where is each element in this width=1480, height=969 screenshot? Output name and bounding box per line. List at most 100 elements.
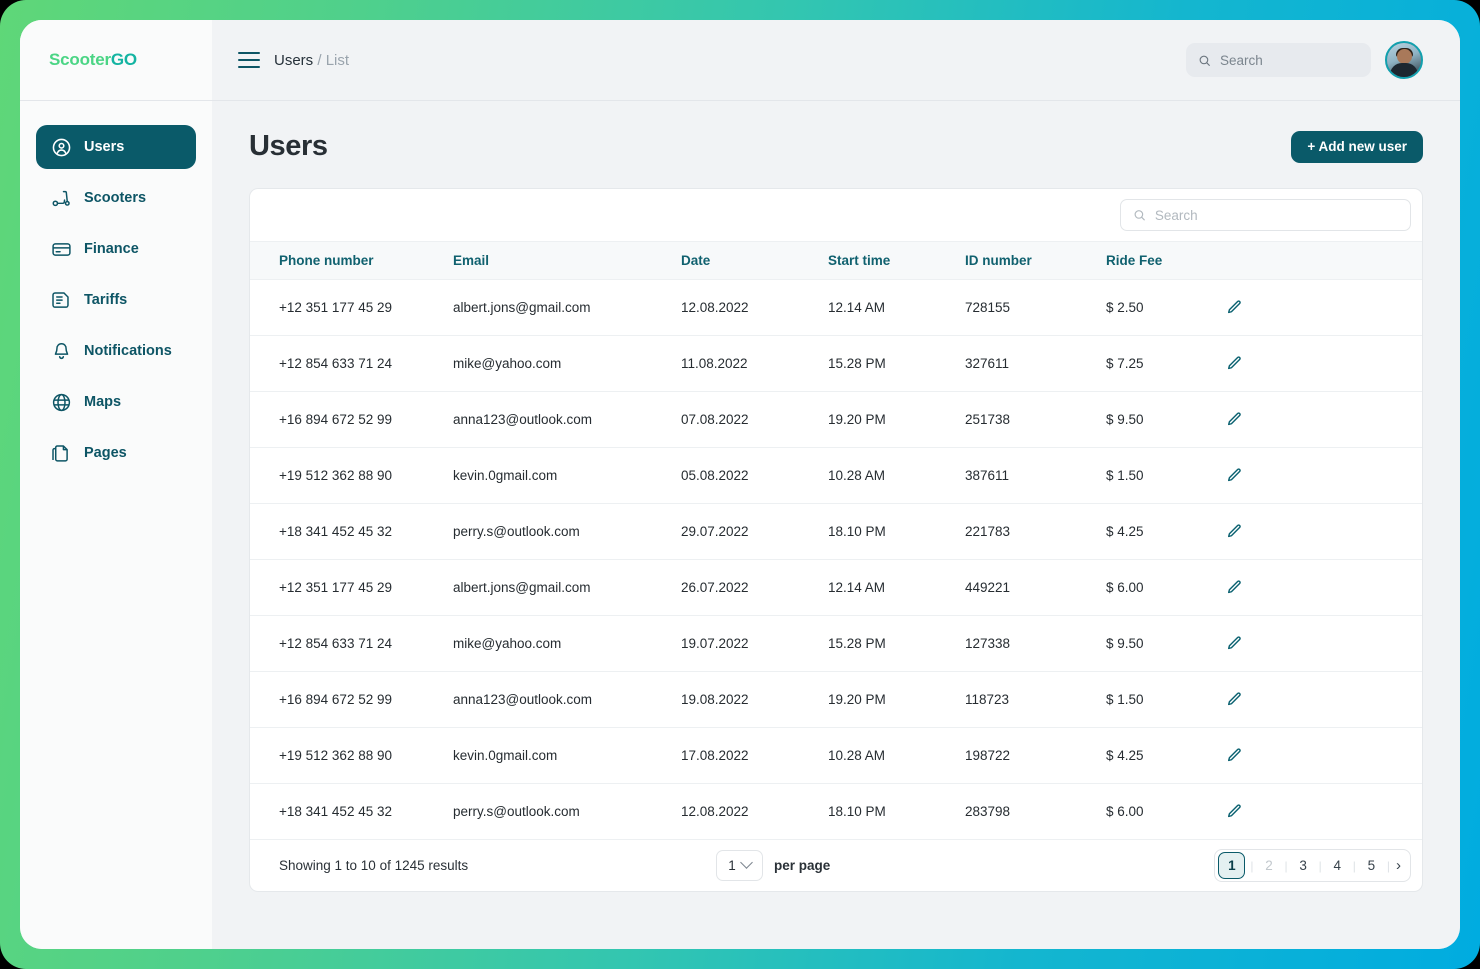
cell-actions	[1226, 279, 1422, 336]
edit-row-button[interactable]	[1226, 747, 1243, 764]
cell-phone: +19 512 362 88 90	[250, 727, 453, 784]
column-header-email[interactable]: Email	[453, 241, 681, 280]
app-window: ScooterGO Users / List Search Users Scoo…	[20, 20, 1460, 949]
edit-row-button[interactable]	[1226, 355, 1243, 372]
sidebar: Users Scooters Finance Tariffs Notificat…	[20, 101, 212, 949]
cell-id-number: 283798	[965, 783, 1106, 840]
breadcrumb-parent[interactable]: List	[326, 52, 349, 69]
cell-actions	[1226, 671, 1422, 728]
cell-start-time: 12.14 AM	[828, 279, 965, 336]
edit-row-button[interactable]	[1226, 635, 1243, 652]
bell-icon	[50, 340, 72, 362]
logo-text-secondary: GO	[110, 50, 137, 69]
column-header-start-time[interactable]: Start time	[828, 241, 965, 280]
table-row[interactable]: +12 854 633 71 24 mike@yahoo.com 19.07.202…	[250, 615, 1422, 672]
sidebar-item-label: Scooters	[84, 190, 147, 206]
sidebar-item-users[interactable]: Users	[36, 125, 196, 169]
edit-row-button[interactable]	[1226, 299, 1243, 316]
cell-id-number: 449221	[965, 559, 1106, 616]
cell-id-number: 327611	[965, 335, 1106, 392]
table-row[interactable]: +16 894 672 52 99 anna123@outlook.com 07.0…	[250, 391, 1422, 448]
cell-ride-fee: $ 6.00	[1106, 559, 1226, 616]
edit-row-button[interactable]	[1226, 579, 1243, 596]
sidebar-item-maps[interactable]: Maps	[36, 380, 196, 424]
column-header-id-number[interactable]: ID number	[965, 241, 1106, 280]
pagination: 1 | 2 | 3 | 4 | 5 | ›	[1214, 849, 1411, 882]
per-page-select[interactable]: 1	[716, 850, 763, 881]
pagination-next-icon[interactable]: ›	[1392, 857, 1401, 874]
scooter-icon	[50, 187, 72, 209]
sidebar-item-finance[interactable]: Finance	[36, 227, 196, 271]
sidebar-item-pages[interactable]: Pages	[36, 431, 196, 475]
cell-phone: +18 341 452 45 32	[250, 503, 453, 560]
cell-ride-fee: $ 7.25	[1106, 335, 1226, 392]
cell-email: anna123@outlook.com	[453, 391, 681, 448]
logo-text-primary: Scooter	[49, 50, 111, 69]
table-row[interactable]: +12 351 177 45 29 albert.jons@gmail.com 12…	[250, 279, 1422, 336]
hamburger-menu-icon[interactable]	[238, 52, 260, 68]
breadcrumb: Users / List	[274, 52, 349, 69]
table-row[interactable]: +12 854 633 71 24 mike@yahoo.com 11.08.202…	[250, 335, 1422, 392]
pagination-page-4[interactable]: 4	[1324, 852, 1351, 879]
cell-ride-fee: $ 4.25	[1106, 727, 1226, 784]
table-row[interactable]: +18 341 452 45 32 perry.s@outlook.com 29.0…	[250, 503, 1422, 560]
pagination-page-5[interactable]: 5	[1358, 852, 1385, 879]
cell-phone: +12 351 177 45 29	[250, 559, 453, 616]
column-header-ride-fee[interactable]: Ride Fee	[1106, 241, 1226, 280]
column-header-phone[interactable]: Phone number	[250, 241, 453, 280]
cell-email: anna123@outlook.com	[453, 671, 681, 728]
app-logo[interactable]: ScooterGO	[49, 50, 137, 70]
global-search-box[interactable]	[1186, 43, 1371, 77]
pagination-page-1[interactable]: 1	[1218, 852, 1246, 879]
pagination-separator: |	[1352, 858, 1356, 873]
sidebar-item-label: Pages	[84, 445, 127, 461]
cell-actions	[1226, 335, 1422, 392]
pagination-separator: |	[1284, 858, 1288, 873]
sidebar-item-label: Maps	[84, 394, 122, 410]
cell-start-time: 10.28 AM	[828, 727, 965, 784]
user-avatar[interactable]	[1385, 41, 1423, 79]
cell-id-number: 118723	[965, 671, 1106, 728]
breadcrumb-current[interactable]: Users	[274, 52, 313, 69]
global-search-input[interactable]	[1219, 52, 1359, 68]
edit-row-button[interactable]	[1226, 523, 1243, 540]
cell-date: 17.08.2022	[681, 727, 828, 784]
cell-email: perry.s@outlook.com	[453, 503, 681, 560]
column-header-date[interactable]: Date	[681, 241, 828, 280]
table-row[interactable]: +12 351 177 45 29 albert.jons@gmail.com 26…	[250, 559, 1422, 616]
cell-phone: +18 341 452 45 32	[250, 783, 453, 840]
pencil-icon	[1226, 299, 1243, 316]
sidebar-item-label: Tariffs	[84, 292, 128, 308]
cell-actions	[1226, 391, 1422, 448]
cell-date: 12.08.2022	[681, 279, 828, 336]
add-new-user-button[interactable]: + Add new user	[1291, 130, 1423, 163]
pagination-separator: |	[1318, 858, 1322, 873]
table-row[interactable]: +18 341 452 45 32 perry.s@outlook.com 12.0…	[250, 783, 1422, 840]
sidebar-item-tariffs[interactable]: Tariffs	[36, 278, 196, 322]
cell-ride-fee: $ 9.50	[1106, 391, 1226, 448]
search-icon	[1199, 55, 1210, 66]
table-search-box[interactable]	[1120, 199, 1411, 231]
table-row[interactable]: +19 512 362 88 90 kevin.0gmail.com 17.08.2…	[250, 727, 1422, 784]
edit-row-button[interactable]	[1226, 691, 1243, 708]
cell-email: kevin.0gmail.com	[453, 727, 681, 784]
sidebar-item-scooters[interactable]: Scooters	[36, 176, 196, 220]
credit-card-icon	[50, 238, 72, 260]
table-search-input[interactable]	[1154, 207, 1398, 223]
user-circle-icon	[50, 136, 72, 158]
cell-start-time: 18.10 PM	[828, 783, 965, 840]
pencil-icon	[1226, 579, 1243, 596]
edit-row-button[interactable]	[1226, 411, 1243, 428]
edit-row-button[interactable]	[1226, 803, 1243, 820]
table-row[interactable]: +16 894 672 52 99 anna123@outlook.com 19.0…	[250, 671, 1422, 728]
edit-row-button[interactable]	[1226, 467, 1243, 484]
sidebar-item-notifications[interactable]: Notifications	[36, 329, 196, 373]
cell-start-time: 10.28 AM	[828, 447, 965, 504]
pagination-page-3[interactable]: 3	[1290, 852, 1317, 879]
table-row[interactable]: +19 512 362 88 90 kevin.0gmail.com 05.08.2…	[250, 447, 1422, 504]
cell-phone: +12 351 177 45 29	[250, 279, 453, 336]
per-page-control: 1 per page	[716, 850, 830, 881]
pagination-page-2[interactable]: 2	[1256, 852, 1283, 879]
pencil-icon	[1226, 523, 1243, 540]
pencil-icon	[1226, 635, 1243, 652]
